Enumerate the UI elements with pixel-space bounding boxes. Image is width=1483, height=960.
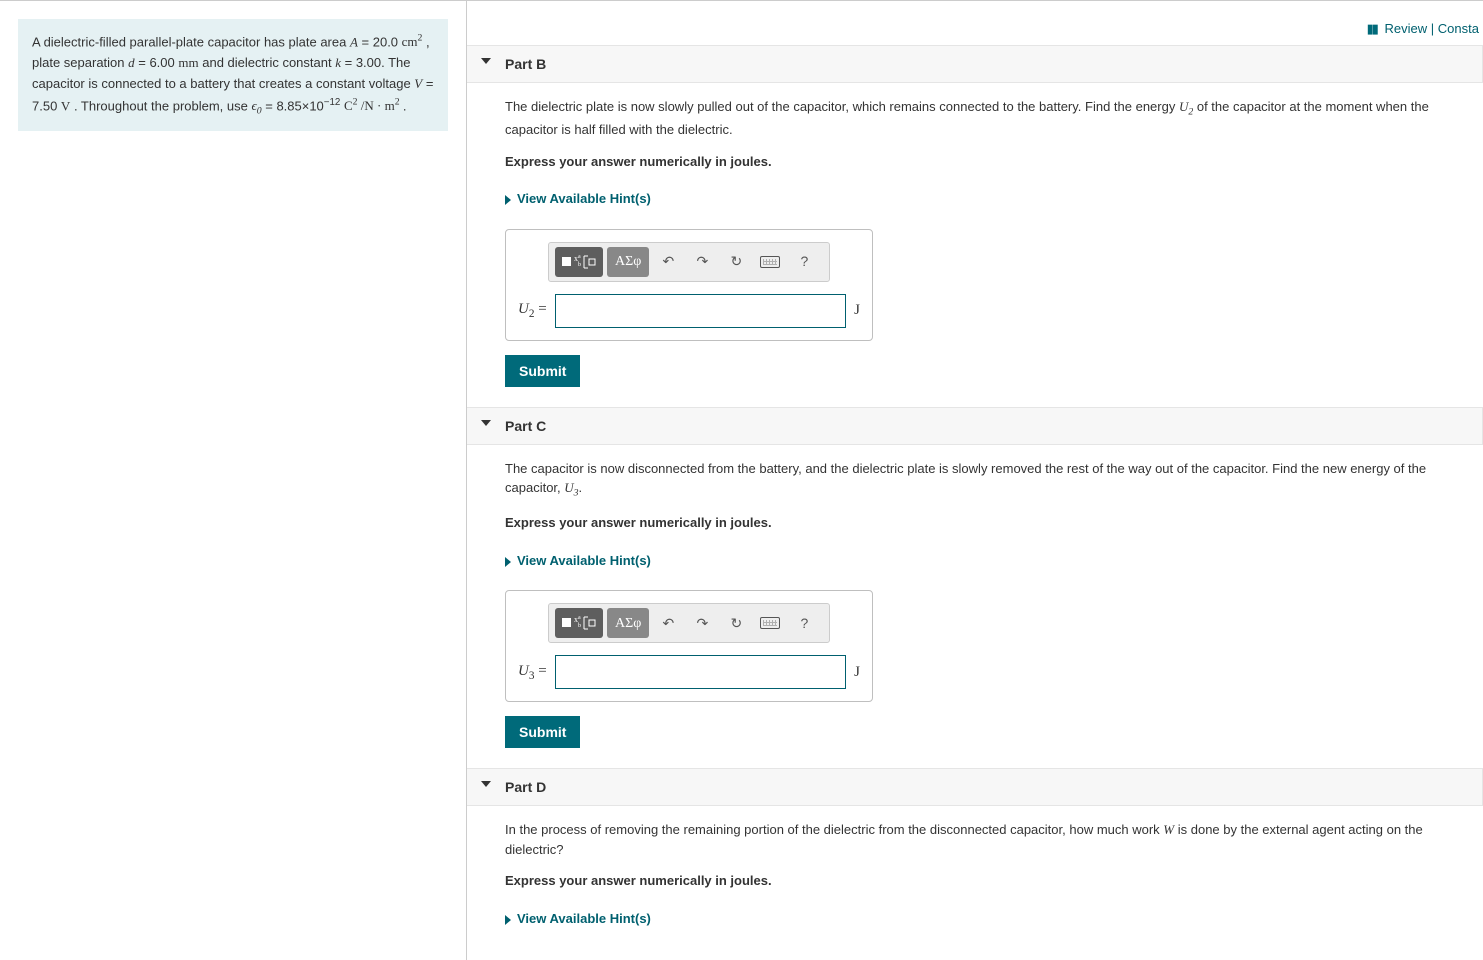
keyboard-icon [760, 617, 780, 629]
review-link[interactable]: Review [1385, 21, 1428, 36]
var-k: k [335, 55, 341, 70]
text: = 6.00 [138, 55, 178, 70]
template-button[interactable]: xab [555, 247, 603, 277]
answer-input-row: U2 = J [518, 294, 860, 328]
text: . [403, 98, 407, 113]
template-button[interactable]: xab [555, 608, 603, 638]
text: . Throughout the problem, use [74, 98, 252, 113]
part-b-header[interactable]: Part B [467, 45, 1483, 83]
submit-button[interactable]: Submit [505, 716, 580, 748]
text: and dielectric constant [202, 55, 335, 70]
equation-toolbar: xab ΑΣφ ↶ ↷ ↻ ? [548, 242, 830, 282]
greek-button[interactable]: ΑΣφ [607, 608, 649, 638]
unit-mm: mm [178, 55, 198, 70]
help-button[interactable]: ? [789, 247, 819, 277]
question-text: In the process of removing the remaining… [505, 820, 1483, 859]
reset-button[interactable]: ↻ [721, 608, 751, 638]
answer-input[interactable] [555, 294, 846, 328]
keyboard-button[interactable] [755, 247, 785, 277]
svg-text:a: a [578, 615, 581, 621]
right-column: ▮▮ Review | Consta Part B The dielectric… [467, 1, 1483, 960]
var-A: A [350, 34, 358, 49]
question-text: The dielectric plate is now slowly pulle… [505, 97, 1483, 140]
chevron-right-icon [505, 195, 511, 205]
svg-text:a: a [578, 254, 581, 260]
answer-variable: U2 = [518, 298, 547, 323]
exp: −12 [324, 97, 341, 108]
part-title: Part D [505, 779, 546, 795]
unit-eps: C2 /N · m2 [344, 98, 403, 113]
problem-statement: A dielectric-filled parallel-plate capac… [18, 19, 448, 131]
part-title: Part B [505, 56, 546, 72]
book-icon: ▮▮ [1367, 21, 1377, 36]
undo-button[interactable]: ↶ [653, 608, 683, 638]
answer-unit: J [854, 299, 860, 322]
text: A dielectric-filled parallel-plate capac… [32, 34, 350, 49]
equation-toolbar: xab ΑΣφ ↶ ↷ ↻ ? [548, 603, 830, 643]
part-b-body: The dielectric plate is now slowly pulle… [467, 97, 1483, 407]
unit-cm2: cm2 [402, 34, 423, 49]
answer-box: xab ΑΣφ ↶ ↷ ↻ ? U3 = J [505, 590, 873, 702]
submit-button[interactable]: Submit [505, 355, 580, 387]
answer-input[interactable] [555, 655, 846, 689]
part-c-header[interactable]: Part C [467, 407, 1483, 445]
express-instruction: Express your answer numerically in joule… [505, 513, 1483, 533]
chevron-down-icon [481, 781, 491, 787]
view-hints-link[interactable]: View Available Hint(s) [505, 551, 651, 571]
part-title: Part C [505, 418, 546, 434]
var-eps0: ϵ0 [251, 98, 261, 113]
answer-input-row: U3 = J [518, 655, 860, 689]
redo-button[interactable]: ↷ [687, 608, 717, 638]
view-hints-link[interactable]: View Available Hint(s) [505, 909, 651, 929]
var-V: V [414, 76, 422, 91]
chevron-right-icon [505, 915, 511, 925]
part-d-body: In the process of removing the remaining… [467, 820, 1483, 960]
svg-text:b: b [578, 262, 581, 268]
reset-button[interactable]: ↻ [721, 247, 751, 277]
answer-box: xab ΑΣφ ↶ ↷ ↻ ? U2 = J [505, 229, 873, 341]
greek-button[interactable]: ΑΣφ [607, 247, 649, 277]
part-d-header[interactable]: Part D [467, 768, 1483, 806]
svg-text:b: b [578, 623, 581, 629]
left-column: A dielectric-filled parallel-plate capac… [0, 1, 467, 960]
question-text: The capacitor is now disconnected from t… [505, 459, 1483, 502]
unit-V: V [61, 98, 70, 113]
chevron-down-icon [481, 58, 491, 64]
top-links: ▮▮ Review | Consta [467, 1, 1483, 45]
express-instruction: Express your answer numerically in joule… [505, 871, 1483, 891]
redo-button[interactable]: ↷ [687, 247, 717, 277]
keyboard-button[interactable] [755, 608, 785, 638]
page-container: A dielectric-filled parallel-plate capac… [0, 0, 1483, 960]
undo-button[interactable]: ↶ [653, 247, 683, 277]
answer-unit: J [854, 661, 860, 684]
var-d: d [128, 55, 135, 70]
help-button[interactable]: ? [789, 608, 819, 638]
express-instruction: Express your answer numerically in joule… [505, 152, 1483, 172]
chevron-right-icon [505, 557, 511, 567]
chevron-down-icon [481, 420, 491, 426]
part-c-body: The capacitor is now disconnected from t… [467, 459, 1483, 769]
answer-variable: U3 = [518, 660, 547, 685]
text: = 8.85×10 [265, 98, 324, 113]
keyboard-icon [760, 256, 780, 268]
divider: | [1431, 21, 1438, 36]
constants-link[interactable]: Consta [1438, 21, 1479, 36]
text: = 20.0 [362, 34, 402, 49]
view-hints-link[interactable]: View Available Hint(s) [505, 189, 651, 209]
